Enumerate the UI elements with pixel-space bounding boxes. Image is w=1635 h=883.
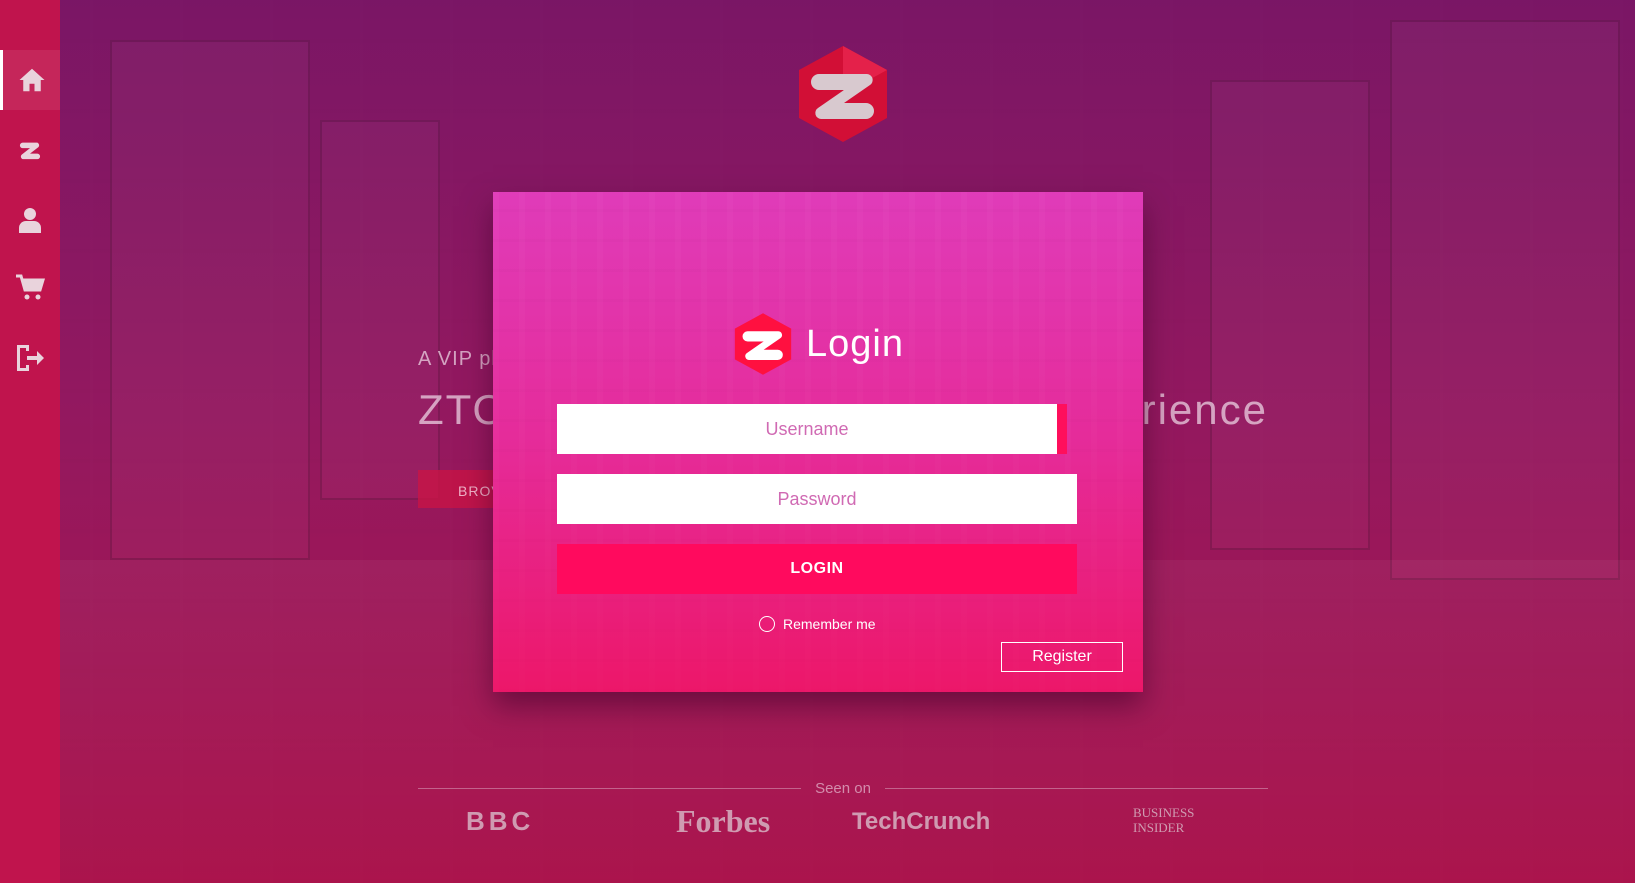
cart-icon — [16, 274, 45, 300]
remember-me-option[interactable]: Remember me — [759, 616, 876, 632]
press-logo-business-insider: BUSINESS INSIDER — [1133, 805, 1195, 835]
login-title: Login — [806, 322, 904, 365]
sidebar-item-cart[interactable] — [0, 258, 60, 318]
press-logo-forbes: Forbes — [676, 803, 771, 839]
login-header: Login — [493, 312, 1143, 376]
login-button[interactable]: LOGIN — [557, 544, 1077, 594]
username-input[interactable] — [557, 404, 1067, 454]
register-button[interactable]: Register — [1001, 642, 1123, 672]
ztore-logo-icon — [19, 142, 41, 160]
login-modal: Login LOGIN Remember me Register — [493, 192, 1143, 692]
sidebar-item-ztore[interactable] — [0, 120, 60, 180]
sidebar — [0, 0, 60, 883]
remember-me-radio[interactable] — [759, 616, 775, 632]
remember-me-label: Remember me — [783, 616, 876, 632]
home-icon — [19, 68, 44, 92]
seen-on-label: Seen on — [815, 779, 871, 797]
ztore-logo — [799, 46, 887, 142]
sidebar-item-home[interactable] — [0, 50, 60, 110]
sidebar-item-logout[interactable] — [0, 328, 60, 388]
password-input[interactable] — [557, 474, 1077, 524]
press-logo-techcrunch: TechCrunch — [852, 808, 991, 835]
sidebar-item-account[interactable] — [0, 190, 60, 250]
hero-title-right: rience — [1141, 386, 1268, 433]
press-logo-bbc: BBC — [466, 806, 535, 836]
hero-subtitle: A VIP pl — [418, 348, 497, 370]
logout-icon — [17, 345, 44, 371]
user-icon — [19, 208, 41, 233]
ztore-logo-icon — [734, 313, 792, 375]
seen-on-divider: Seen on — [418, 778, 1269, 798]
